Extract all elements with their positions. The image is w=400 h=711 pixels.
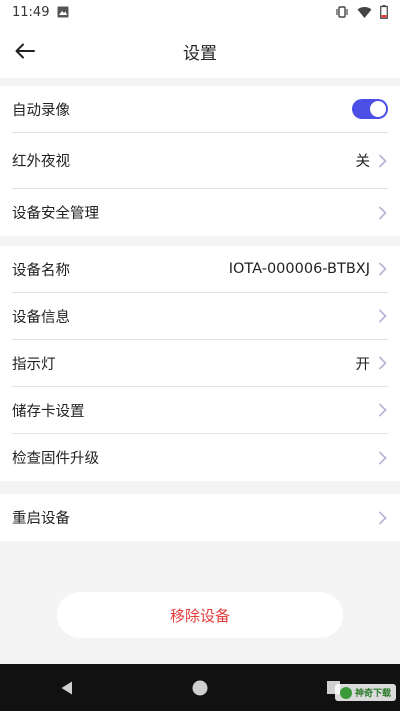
app-header: 设置 [0, 24, 400, 78]
wifi-icon [357, 6, 372, 19]
image-notification-icon [57, 6, 69, 18]
triangle-back-icon [61, 681, 72, 694]
status-time: 11:49 [12, 4, 50, 20]
settings-group-2: 设备名称 IOTA-000006-BTBXJ 设备信息 指示灯 开 储存卡设置 … [0, 246, 400, 481]
row-check-firmware-upgrade[interactable]: 检查固件升级 [12, 434, 388, 481]
device-name-value: IOTA-000006-BTBXJ [228, 261, 370, 277]
watermark-icon [339, 686, 352, 699]
row-label: 自动录像 [12, 102, 70, 119]
row-storage-card-settings[interactable]: 储存卡设置 [12, 387, 388, 434]
row-label: 设备安全管理 [12, 206, 99, 222]
row-value: 关 [355, 154, 371, 170]
watermark-text: 神奇下载 [354, 689, 391, 699]
row-indicator-light[interactable]: 指示灯 开 [12, 340, 388, 387]
status-bar: 11:49 [0, 0, 400, 24]
row-label: 指示灯 [12, 356, 56, 373]
nav-back-button[interactable] [47, 668, 87, 708]
chevron-right-icon [379, 451, 387, 464]
back-button[interactable] [10, 36, 40, 66]
row-restart-device[interactable]: 重启设备 [12, 494, 388, 541]
row-auto-record: 自动录像 [12, 86, 388, 133]
chevron-right-icon [379, 262, 387, 276]
circle-home-icon [192, 680, 208, 695]
watermark-logo: 神奇下载 [334, 684, 396, 701]
row-infrared-night-vision[interactable]: 红外夜视 关 [12, 133, 388, 189]
row-device-security[interactable]: 设备安全管理 [12, 189, 388, 236]
toggle-knob [370, 101, 386, 117]
chevron-right-icon [379, 309, 387, 323]
row-device-name[interactable]: 设备名称 IOTA-000006-BTBXJ [12, 246, 388, 293]
battery-icon [380, 5, 388, 19]
row-value: 开 [355, 356, 371, 373]
chevron-right-icon [379, 356, 387, 370]
chevron-right-icon [379, 206, 387, 219]
chevron-right-icon [379, 154, 387, 167]
vibrate-icon [335, 5, 349, 19]
row-label: 设备名称 [12, 262, 70, 279]
row-device-info[interactable]: 设备信息 [12, 293, 388, 340]
settings-group-3: 重启设备 [0, 494, 400, 541]
chevron-right-icon [379, 403, 387, 417]
row-label: 设备信息 [12, 309, 70, 326]
arrow-left-icon [15, 43, 35, 59]
row-label: 重启设备 [12, 511, 70, 527]
page-title: 设置 [183, 43, 217, 64]
row-label: 红外夜视 [12, 154, 70, 170]
chevron-right-icon [379, 511, 387, 524]
settings-group-1: 自动录像 红外夜视 关 设备安全管理 [0, 86, 400, 236]
auto-record-toggle[interactable] [352, 99, 388, 119]
row-label: 储存卡设置 [12, 403, 85, 420]
nav-home-button[interactable] [180, 668, 220, 708]
remove-device-button[interactable]: 移除设备 [57, 592, 343, 638]
row-label: 检查固件升级 [12, 451, 99, 467]
